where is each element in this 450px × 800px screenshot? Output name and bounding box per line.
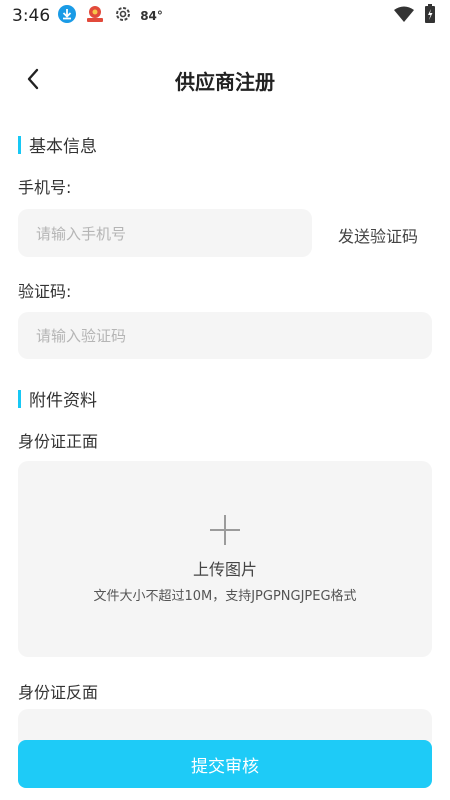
code-label: 验证码: bbox=[18, 282, 72, 301]
send-code-button[interactable]: 发送验证码 bbox=[338, 223, 418, 247]
code-input[interactable]: 请输入验证码 bbox=[18, 312, 432, 359]
phone-input[interactable]: 请输入手机号 bbox=[18, 209, 312, 257]
section-title-basic-info: 基本信息 bbox=[29, 137, 97, 157]
section-basic-info: 基本信息 bbox=[18, 132, 97, 157]
status-time: 3:46 bbox=[12, 6, 51, 26]
wifi-icon bbox=[394, 6, 414, 26]
status-temperature: 84° bbox=[140, 9, 163, 23]
id-front-label: 身份证正面 bbox=[18, 432, 99, 451]
upload-hint: 文件大小不超过10M，支持JPGPNGJPEG格式 bbox=[93, 589, 357, 604]
settings-gear-icon bbox=[114, 5, 132, 27]
id-front-upload[interactable]: 上传图片 文件大小不超过10M，支持JPGPNGJPEG格式 bbox=[18, 461, 432, 657]
section-attachments: 附件资料 bbox=[18, 386, 97, 411]
app-notification-icon bbox=[84, 5, 106, 27]
download-icon bbox=[58, 5, 77, 27]
section-title-attachments: 附件资料 bbox=[29, 391, 97, 411]
id-back-label: 身份证反面 bbox=[18, 683, 99, 702]
upload-label: 上传图片 bbox=[192, 560, 257, 579]
plus-icon bbox=[210, 515, 240, 545]
phone-label: 手机号: bbox=[18, 178, 72, 197]
page-title: 供应商注册 bbox=[175, 70, 275, 94]
battery-icon bbox=[424, 4, 436, 28]
section-accent-bar bbox=[18, 389, 21, 408]
status-bar: 3:46 84° bbox=[0, 0, 450, 32]
nav-bar: 供应商注册 bbox=[0, 52, 450, 108]
section-accent-bar bbox=[18, 135, 21, 154]
submit-button[interactable]: 提交审核 bbox=[18, 740, 432, 788]
